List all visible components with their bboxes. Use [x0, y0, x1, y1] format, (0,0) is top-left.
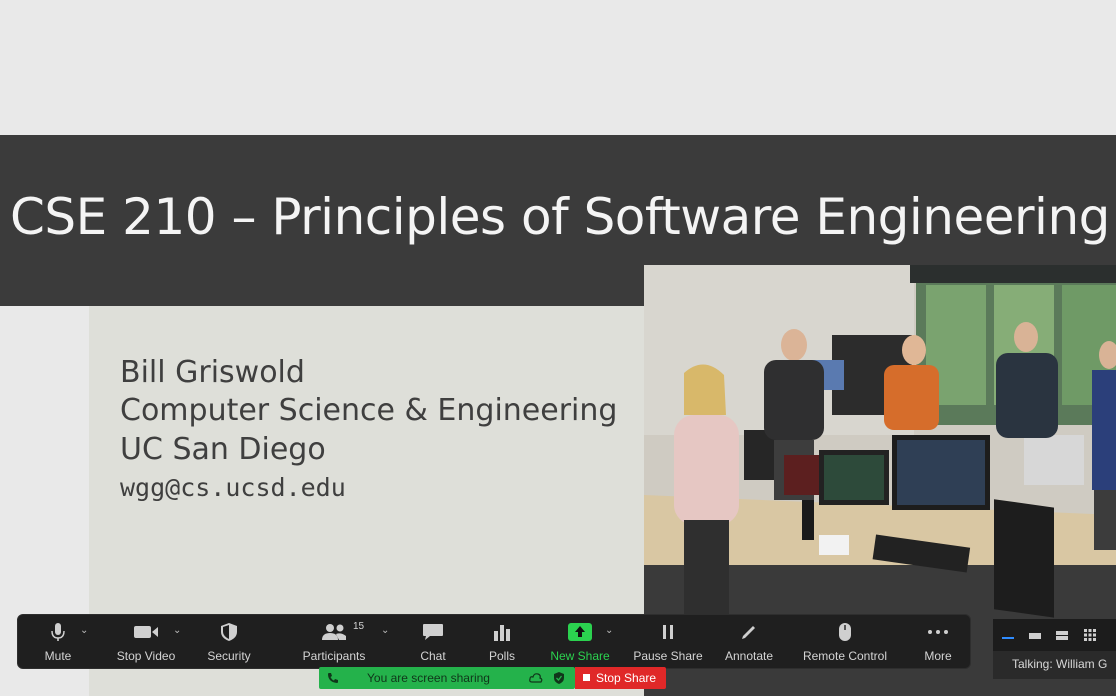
slide-author: Bill Griswold — [120, 355, 305, 390]
more-label: More — [924, 649, 952, 663]
stop-share-button[interactable]: Stop Share — [575, 667, 666, 689]
annotate-button[interactable]: Annotate — [720, 615, 778, 668]
pause-icon — [660, 615, 676, 649]
bar-chart-icon — [493, 615, 511, 649]
stop-video-label: Stop Video — [116, 649, 176, 663]
chat-button[interactable]: Chat — [416, 615, 450, 668]
new-share-button[interactable]: New Share — [548, 615, 612, 668]
mute-button[interactable]: Mute — [40, 615, 76, 668]
screen-sharing-status: You are screen sharing — [367, 671, 490, 685]
chat-bubble-icon — [422, 615, 444, 649]
share-options-chevron-icon[interactable]: ⌄ — [605, 625, 613, 636]
audio-options-chevron-icon[interactable]: ⌄ — [80, 625, 88, 636]
stop-share-label: Stop Share — [596, 671, 657, 685]
meeting-toolbar: Mute ⌄ Stop Video ⌄ Security Participant… — [17, 614, 971, 669]
polls-label: Polls — [488, 649, 515, 663]
chat-label: Chat — [420, 649, 446, 663]
stop-video-button[interactable]: Stop Video — [113, 615, 179, 668]
active-speaker-name: Talking: William G — [1012, 657, 1108, 671]
slide-top-margin — [0, 0, 1116, 135]
cloud-icon — [529, 673, 543, 683]
security-button[interactable]: Security — [204, 615, 254, 668]
strip-view-icon[interactable] — [1055, 629, 1069, 641]
phone-icon — [328, 673, 338, 683]
mouse-icon — [838, 615, 852, 649]
slide-department: Computer Science & Engineering — [120, 393, 618, 428]
video-options-chevron-icon[interactable]: ⌄ — [173, 625, 181, 636]
slide-institution: UC San Diego — [120, 432, 326, 467]
slide-title: CSE 210 – Principles of Software Enginee… — [10, 188, 1110, 246]
participants-label: Participants — [302, 649, 366, 663]
minimize-view-icon[interactable] — [1001, 629, 1015, 641]
participant-count: 15 — [353, 621, 365, 632]
stop-square-icon — [583, 674, 590, 681]
pencil-icon — [740, 615, 758, 649]
share-screen-arrow-icon — [568, 615, 592, 649]
mute-label: Mute — [44, 649, 72, 663]
screen-sharing-banner: You are screen sharing — [319, 667, 575, 689]
microphone-icon — [51, 615, 65, 649]
pause-share-button[interactable]: Pause Share — [633, 615, 703, 668]
gallery-grid-icon[interactable] — [1083, 628, 1097, 642]
polls-button[interactable]: Polls — [485, 615, 519, 668]
slide-email: wgg@cs.ucsd.edu — [120, 473, 346, 502]
security-label: Security — [207, 649, 251, 663]
shared-slide: CSE 210 – Principles of Software Enginee… — [0, 0, 1116, 696]
new-share-label: New Share — [550, 649, 610, 663]
annotate-label: Annotate — [724, 649, 774, 663]
participants-icon — [321, 615, 347, 649]
remote-control-button[interactable]: Remote Control — [798, 615, 892, 668]
shield-icon — [220, 615, 238, 649]
active-speaker-indicator: Talking: William G — [993, 651, 1116, 679]
pause-share-label: Pause Share — [633, 649, 703, 663]
shield-check-icon — [554, 672, 564, 684]
more-button[interactable]: More — [920, 615, 956, 668]
participants-options-chevron-icon[interactable]: ⌄ — [381, 625, 389, 636]
remote-control-label: Remote Control — [802, 649, 888, 663]
single-video-view-icon[interactable] — [1028, 629, 1042, 641]
ellipsis-icon — [927, 615, 949, 649]
view-layout-controls — [993, 619, 1116, 651]
video-camera-icon — [133, 615, 159, 649]
